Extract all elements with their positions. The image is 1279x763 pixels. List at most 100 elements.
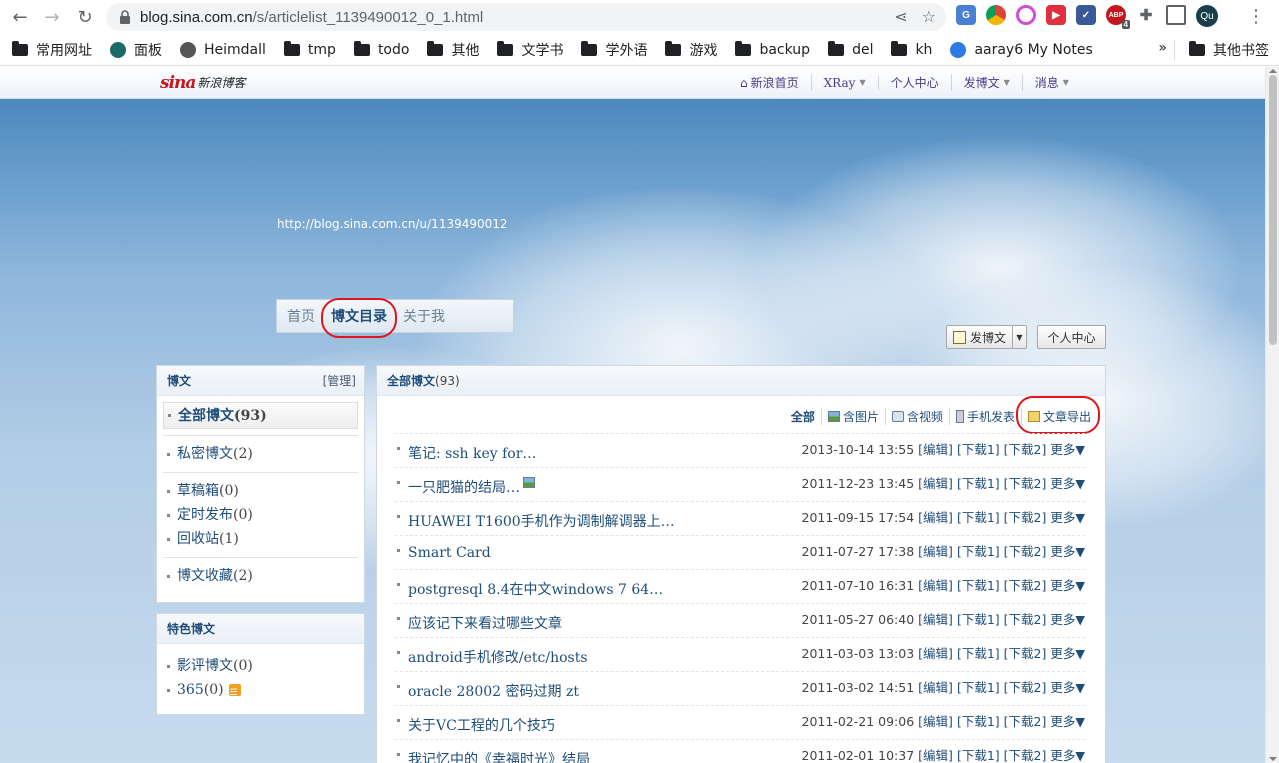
sidebar-item-reviews[interactable]: 影评博文 (0): [157, 654, 364, 678]
bookmark-item[interactable]: todo: [353, 40, 409, 58]
download1-link[interactable]: [下载1]: [957, 578, 1000, 593]
more-menu-link[interactable]: 更多▼: [1050, 442, 1085, 457]
video-extension-icon[interactable]: ▶: [1046, 5, 1066, 25]
bookmark-item[interactable]: del: [828, 40, 873, 58]
filter-mobile[interactable]: 手机发表: [950, 408, 1022, 425]
bookmark-item[interactable]: backup: [735, 40, 810, 58]
tab-about[interactable]: 关于我: [403, 306, 445, 326]
download1-link[interactable]: [下载1]: [957, 714, 1000, 729]
page-scrollbar[interactable]: [1265, 67, 1279, 763]
download1-link[interactable]: [下载1]: [957, 476, 1000, 491]
bookmark-item[interactable]: 学外语: [581, 40, 647, 60]
translate-extension-icon[interactable]: G: [956, 5, 976, 25]
tab-home[interactable]: 首页: [287, 306, 315, 326]
more-menu-link[interactable]: 更多▼: [1050, 680, 1085, 695]
bookmark-item[interactable]: kh: [891, 40, 932, 58]
download2-link[interactable]: [下载2]: [1004, 680, 1047, 695]
article-title-link[interactable]: android手机修改/etc/hosts: [408, 647, 588, 667]
edit-link[interactable]: [编辑]: [918, 476, 953, 491]
download1-link[interactable]: [下载1]: [957, 748, 1000, 763]
edit-link[interactable]: [编辑]: [918, 714, 953, 729]
circle-extension-icon[interactable]: [1016, 5, 1036, 25]
personal-center-button[interactable]: 个人中心: [1037, 325, 1106, 349]
dropdown-arrow-icon[interactable]: ▼: [1012, 326, 1026, 348]
lock-icon[interactable]: [118, 10, 132, 24]
more-menu-link[interactable]: 更多▼: [1050, 612, 1085, 627]
export-articles-button[interactable]: 文章导出: [1015, 396, 1101, 434]
more-menu-link[interactable]: 更多▼: [1050, 544, 1085, 559]
edit-link[interactable]: [编辑]: [918, 680, 953, 695]
download2-link[interactable]: [下载2]: [1004, 714, 1047, 729]
bookmark-extension-icon[interactable]: ✓: [1076, 5, 1096, 25]
adblock-extension-icon[interactable]: ABP 4: [1106, 5, 1130, 29]
bookmark-item[interactable]: 其他: [427, 40, 479, 60]
star-icon[interactable]: ☆: [922, 7, 936, 26]
bookmark-item[interactable]: 面板: [110, 40, 162, 60]
download1-link[interactable]: [下载1]: [957, 544, 1000, 559]
article-title-link[interactable]: oracle 28002 密码过期 zt: [408, 681, 579, 701]
download2-link[interactable]: [下载2]: [1004, 510, 1047, 525]
side-panel-icon[interactable]: [1166, 5, 1186, 25]
bookmarks-overflow-chevron-icon[interactable]: »: [1158, 40, 1167, 56]
url-text[interactable]: blog.sina.com.cn/s/articlelist_113949001…: [140, 9, 483, 26]
edit-link[interactable]: [编辑]: [918, 544, 953, 559]
scrollbar-thumb[interactable]: [1269, 75, 1277, 345]
filter-with-video[interactable]: 含视频: [886, 408, 950, 425]
download2-link[interactable]: [下载2]: [1004, 544, 1047, 559]
sidebar-item-all-posts[interactable]: 全部博文 (93): [163, 402, 358, 429]
edit-link[interactable]: [编辑]: [918, 748, 953, 763]
sidebar-item-trash[interactable]: 回收站 (1): [157, 527, 364, 551]
forward-arrow-icon[interactable]: →: [36, 1, 68, 33]
sidebar-item-365[interactable]: 365 (0): [157, 678, 364, 705]
share-icon[interactable]: ⋖: [894, 7, 907, 26]
edit-link[interactable]: [编辑]: [918, 578, 953, 593]
sidebar-item-drafts[interactable]: 草稿箱 (0): [157, 479, 364, 503]
article-title-link[interactable]: 关于VC工程的几个技巧: [408, 715, 555, 735]
download1-link[interactable]: [下载1]: [957, 510, 1000, 525]
scroll-down-arrow-icon[interactable]: [1269, 757, 1277, 761]
download1-link[interactable]: [下载1]: [957, 612, 1000, 627]
download2-link[interactable]: [下载2]: [1004, 578, 1047, 593]
rss-icon[interactable]: [228, 681, 241, 705]
other-bookmarks-folder[interactable]: 其他书签: [1189, 34, 1269, 66]
address-bar[interactable]: blog.sina.com.cn/s/articlelist_113949001…: [106, 3, 946, 31]
sidebar-item-favorites[interactable]: 博文收藏 (2): [157, 564, 364, 588]
tab-catalog[interactable]: 博文目录: [321, 298, 397, 338]
sina-home-link[interactable]: ⌂ 新浪首页: [728, 74, 812, 91]
article-title-link[interactable]: 笔记: ssh key for…: [408, 443, 536, 463]
bookmark-item[interactable]: 文学书: [497, 40, 563, 60]
more-menu-link[interactable]: 更多▼: [1050, 476, 1085, 491]
sidebar-item-scheduled[interactable]: 定时发布 (0): [157, 503, 364, 527]
kebab-menu-icon[interactable]: ⋮: [1247, 6, 1265, 27]
more-menu-link[interactable]: 更多▼: [1050, 646, 1085, 661]
xray-menu[interactable]: XRay ▼: [812, 75, 879, 90]
download2-link[interactable]: [下载2]: [1004, 748, 1047, 763]
personal-center-link[interactable]: 个人中心: [879, 74, 952, 91]
edit-link[interactable]: [编辑]: [918, 442, 953, 457]
article-title-link[interactable]: 我记忆中的《幸福时光》结局: [408, 749, 590, 763]
puzzle-extensions-icon[interactable]: ✚: [1136, 5, 1156, 25]
scroll-up-arrow-icon[interactable]: [1269, 69, 1277, 73]
messages-menu[interactable]: 消息 ▼: [1023, 74, 1081, 91]
bookmark-item[interactable]: 游戏: [665, 40, 717, 60]
article-title-link[interactable]: 应该记下来看过哪些文章: [408, 613, 562, 633]
article-title-link[interactable]: HUAWEI T1600手机作为调制解调器上…: [408, 511, 675, 531]
more-menu-link[interactable]: 更多▼: [1050, 748, 1085, 763]
reload-icon[interactable]: ↻: [69, 1, 101, 33]
back-arrow-icon[interactable]: ←: [4, 1, 36, 33]
edit-link[interactable]: [编辑]: [918, 646, 953, 661]
download2-link[interactable]: [下载2]: [1004, 612, 1047, 627]
article-title-link[interactable]: Smart Card: [408, 545, 491, 561]
filter-all[interactable]: 全部: [785, 408, 822, 425]
filter-with-images[interactable]: 含图片: [822, 408, 886, 425]
download1-link[interactable]: [下载1]: [957, 646, 1000, 661]
more-menu-link[interactable]: 更多▼: [1050, 578, 1085, 593]
download2-link[interactable]: [下载2]: [1004, 646, 1047, 661]
download2-link[interactable]: [下载2]: [1004, 476, 1047, 491]
manage-link[interactable]: [管理]: [323, 366, 356, 396]
download1-link[interactable]: [下载1]: [957, 442, 1000, 457]
blog-url[interactable]: http://blog.sina.com.cn/u/1139490012: [277, 217, 508, 231]
download2-link[interactable]: [下载2]: [1004, 442, 1047, 457]
edit-link[interactable]: [编辑]: [918, 510, 953, 525]
download1-link[interactable]: [下载1]: [957, 680, 1000, 695]
